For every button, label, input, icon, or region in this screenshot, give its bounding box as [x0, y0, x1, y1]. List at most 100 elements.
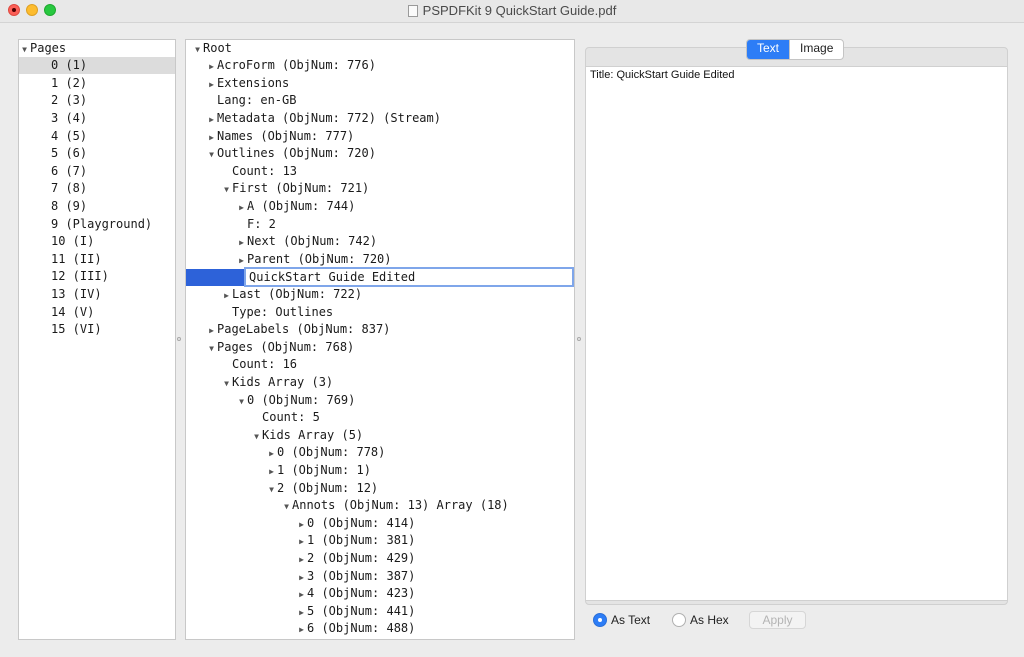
- page-item[interactable]: 2 (3): [19, 92, 175, 109]
- disclosure-triangle-icon[interactable]: ▶: [296, 621, 307, 638]
- tab-text[interactable]: Text: [747, 40, 790, 59]
- tree-node[interactable]: ▶ 1 (ObjNum: 381): [186, 532, 415, 549]
- tree-node[interactable]: F: 2: [186, 216, 276, 233]
- tree-node[interactable]: ▼ Kids Array (3): [186, 374, 333, 391]
- window-title: PSPDFKit 9 QuickStart Guide.pdf: [422, 3, 617, 18]
- disclosure-triangle-icon[interactable]: ▶: [266, 463, 277, 480]
- page-item[interactable]: 4 (5): [19, 128, 175, 145]
- tree-node[interactable]: ▼ First (ObjNum: 721): [186, 180, 369, 197]
- tree-node[interactable]: ▼ Root: [186, 40, 232, 57]
- disclosure-triangle-icon[interactable]: ▶: [236, 234, 247, 251]
- page-item[interactable]: 11 (II): [19, 251, 175, 268]
- tree-node[interactable]: ▶ 6 (ObjNum: 488): [186, 620, 415, 637]
- page-item[interactable]: 10 (I): [19, 233, 175, 250]
- apply-button[interactable]: Apply: [749, 611, 806, 629]
- disclosure-triangle-icon[interactable]: ▼: [206, 340, 217, 357]
- disclosure-triangle-icon[interactable]: ▼: [192, 41, 203, 58]
- tree-node[interactable]: ▶ Extensions: [186, 75, 289, 92]
- tree-node[interactable]: ▼ 0 (ObjNum: 769): [186, 392, 355, 409]
- disclosure-triangle-icon[interactable]: ▶: [296, 586, 307, 603]
- title-value-edit-field[interactable]: [244, 267, 574, 287]
- tree-node[interactable]: ▶ Last (ObjNum: 722): [186, 286, 362, 303]
- page-item[interactable]: 0 (1): [19, 57, 175, 74]
- page-item[interactable]: 5 (6): [19, 145, 175, 162]
- disclosure-triangle-icon[interactable]: ▼: [281, 498, 292, 515]
- tree-node[interactable]: ▶ PageLabels (ObjNum: 837): [186, 321, 390, 338]
- as-text-radio[interactable]: [593, 613, 607, 627]
- page-item[interactable]: 8 (9): [19, 198, 175, 215]
- disclosure-triangle-icon[interactable]: ▶: [206, 111, 217, 128]
- as-hex-radio[interactable]: [672, 613, 686, 627]
- tree-node[interactable]: ▼ Pages (ObjNum: 768): [186, 339, 354, 356]
- disclosure-triangle-icon[interactable]: ▶: [221, 287, 232, 304]
- disclosure-triangle-icon[interactable]: ▼: [236, 393, 247, 410]
- tree-node[interactable]: ▼ Kids Array (5): [186, 427, 363, 444]
- disclosure-triangle-icon[interactable]: ▼: [221, 375, 232, 392]
- disclosure-triangle-icon[interactable]: ▶: [206, 76, 217, 93]
- tab-image[interactable]: Image: [789, 40, 843, 59]
- as-text-radio-option[interactable]: As Text: [593, 612, 650, 628]
- page-item[interactable]: 12 (III): [19, 268, 175, 285]
- tree-node[interactable]: Count: 5: [186, 409, 320, 426]
- disclosure-triangle-icon[interactable]: ▶: [206, 58, 217, 75]
- tree-node-label: Extensions: [217, 76, 290, 90]
- disclosure-triangle-icon[interactable]: ▶: [296, 569, 307, 586]
- disclosure-triangle-icon[interactable]: ▶: [296, 516, 307, 533]
- split-view-handle[interactable]: [577, 337, 581, 341]
- tree-node[interactable]: ▼ Outlines (ObjNum: 720): [186, 145, 376, 162]
- tree-node[interactable]: ▶ 4 (ObjNum: 423): [186, 585, 415, 602]
- detail-text-content: Title: QuickStart Guide Edited: [590, 69, 735, 81]
- disclosure-triangle-icon[interactable]: ▶: [296, 533, 307, 550]
- page-item-label: 13 (IV): [51, 287, 102, 301]
- tree-node[interactable]: ▶ Next (ObjNum: 742): [186, 233, 377, 250]
- page-item[interactable]: 3 (4): [19, 110, 175, 127]
- tree-node-label: A (ObjNum: 744): [247, 199, 356, 213]
- tree-node[interactable]: Type: Outlines: [186, 304, 333, 321]
- disclosure-triangle-icon[interactable]: ▶: [236, 199, 247, 216]
- tree-node[interactable]: Count: 13: [186, 163, 297, 180]
- title-bar: PSPDFKit 9 QuickStart Guide.pdf: [0, 0, 1024, 23]
- tree-node[interactable]: ▶ Metadata (ObjNum: 772) (Stream): [186, 110, 441, 127]
- disclosure-triangle-icon[interactable]: ▶: [206, 322, 217, 339]
- disclosure-triangle-icon[interactable]: ▼: [206, 146, 217, 163]
- disclosure-triangle-icon[interactable]: ▶: [296, 551, 307, 568]
- detail-text-view[interactable]: Title: QuickStart Guide Edited: [586, 66, 1007, 601]
- tree-node[interactable]: ▶ Parent (ObjNum: 720): [186, 251, 391, 268]
- tree-node[interactable]: ▶ Names (ObjNum: 777): [186, 128, 354, 145]
- tree-node[interactable]: ▶ AcroForm (ObjNum: 776): [186, 57, 376, 74]
- tree-node-label: 6 (ObjNum: 488): [307, 621, 416, 635]
- tree-node[interactable]: ▶ 3 (ObjNum: 387): [186, 568, 415, 585]
- as-hex-radio-option[interactable]: As Hex: [672, 612, 729, 628]
- disclosure-triangle-icon[interactable]: ▼: [251, 428, 262, 445]
- page-item[interactable]: 15 (VI): [19, 321, 175, 338]
- page-item[interactable]: 1 (2): [19, 75, 175, 92]
- disclosure-triangle-icon[interactable]: ▼: [266, 481, 277, 498]
- page-item-label: 5 (6): [51, 146, 88, 160]
- tree-node[interactable]: ▶ A (ObjNum: 744): [186, 198, 355, 215]
- tree-node[interactable]: ▼ 2 (ObjNum: 12): [186, 480, 378, 497]
- tree-node[interactable]: Lang: en-GB: [186, 92, 296, 109]
- page-item[interactable]: 7 (8): [19, 180, 175, 197]
- tree-node-label: Type: Outlines: [232, 305, 334, 319]
- tree-node[interactable]: ▶ 0 (ObjNum: 778): [186, 444, 385, 461]
- tree-node[interactable]: ▶ 0 (ObjNum: 414): [186, 515, 415, 532]
- page-item[interactable]: 6 (7): [19, 163, 175, 180]
- disclosure-triangle-icon[interactable]: ▼: [19, 41, 30, 58]
- page-item-label: 14 (V): [51, 305, 95, 319]
- tree-node[interactable]: Count: 16: [186, 356, 297, 373]
- tree-node[interactable]: ▼ Annots (ObjNum: 13) Array (18): [186, 497, 509, 514]
- tree-node[interactable]: ▶ 2 (ObjNum: 429): [186, 550, 415, 567]
- disclosure-triangle-icon[interactable]: ▶: [266, 445, 277, 462]
- page-item[interactable]: 13 (IV): [19, 286, 175, 303]
- split-view-handle[interactable]: [177, 337, 181, 341]
- tree-node-label: 3 (ObjNum: 387): [307, 569, 416, 583]
- tree-node-label: First (ObjNum: 721): [232, 181, 370, 195]
- disclosure-triangle-icon[interactable]: ▼: [221, 181, 232, 198]
- disclosure-triangle-icon[interactable]: ▶: [206, 129, 217, 146]
- tree-node[interactable]: ▶ 5 (ObjNum: 441): [186, 603, 415, 620]
- page-item[interactable]: 14 (V): [19, 304, 175, 321]
- pages-header[interactable]: ▼ Pages: [19, 40, 175, 57]
- disclosure-triangle-icon[interactable]: ▶: [296, 604, 307, 621]
- tree-node[interactable]: ▶ 1 (ObjNum: 1): [186, 462, 371, 479]
- page-item[interactable]: 9 (Playground): [19, 216, 175, 233]
